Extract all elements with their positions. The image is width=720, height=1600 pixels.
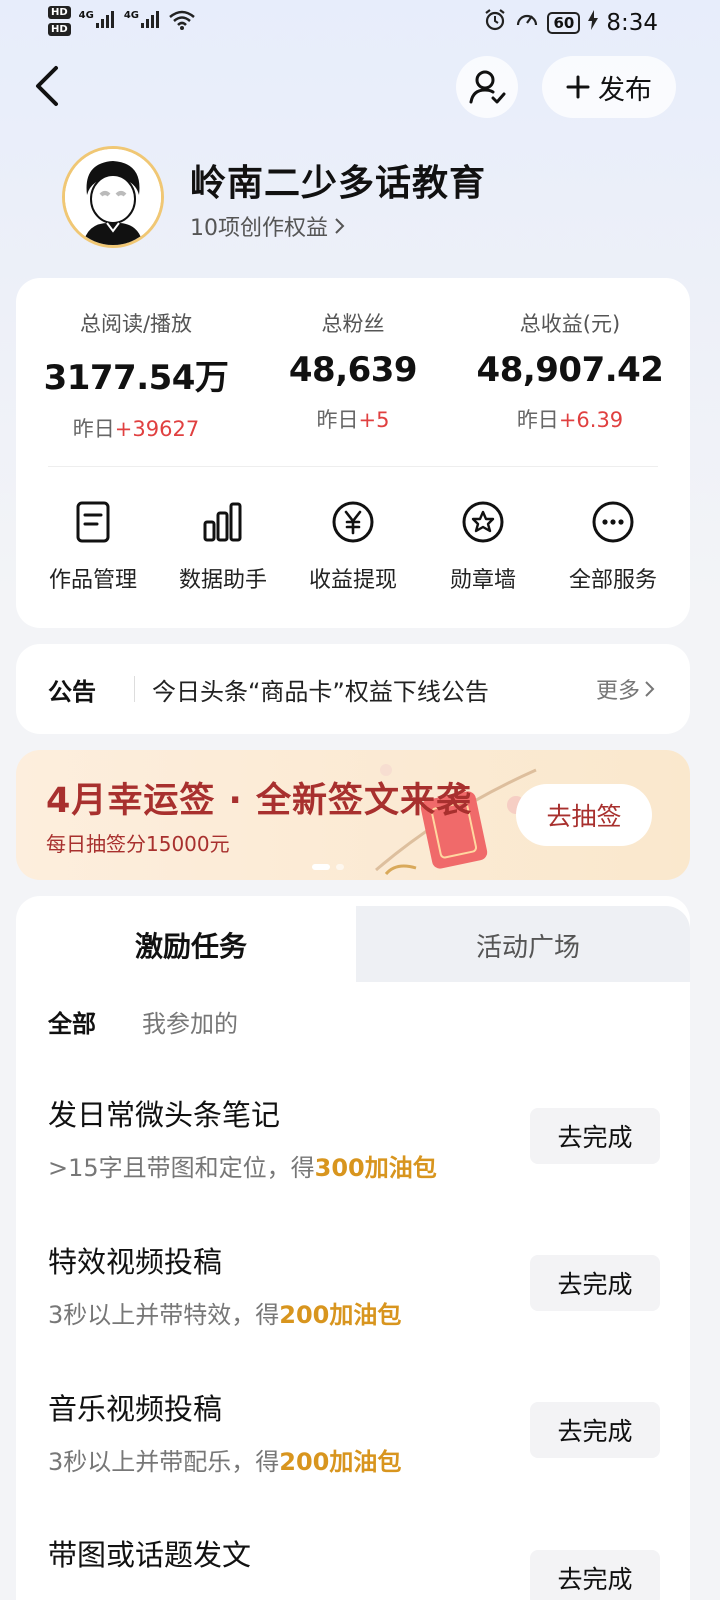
- filter-joined[interactable]: 我参加的: [142, 1004, 238, 1039]
- stat-delta: 昨日+6.39: [458, 404, 682, 434]
- wifi-icon: [169, 10, 195, 36]
- charging-icon: [588, 10, 599, 36]
- divider: [134, 676, 135, 702]
- carousel-dot: [312, 864, 330, 870]
- alarm-icon: [483, 8, 507, 38]
- creator-rights-label: 10项创作权益: [190, 216, 328, 241]
- document-icon: [76, 501, 110, 543]
- draw-lot-button[interactable]: 去抽签: [516, 784, 652, 846]
- network-type-1: 4G: [78, 10, 94, 21]
- task-desc-text: 3秒以上并带配乐，得: [48, 1448, 280, 1476]
- chevron-left-icon: [36, 66, 58, 106]
- tab-incentive-tasks[interactable]: 激励任务: [16, 912, 366, 978]
- service-label: 收益提现: [308, 568, 397, 593]
- announcement-tag: 公告: [48, 677, 96, 706]
- back-button[interactable]: [28, 60, 72, 112]
- publish-button[interactable]: 发布: [542, 56, 676, 118]
- publish-label: 发布: [598, 74, 652, 106]
- task-item: 音乐视频投稿 3秒以上并带配乐，得200加油包 去完成: [48, 1386, 668, 1477]
- task-reward: 300加油包: [314, 1154, 437, 1182]
- filter-all[interactable]: 全部: [48, 1004, 96, 1039]
- service-label: 数据助手: [178, 568, 267, 593]
- stat-total-earnings[interactable]: 总收益(元) 48,907.42 昨日+6.39: [458, 308, 682, 434]
- banner-title: 4月幸运签 · 全新签文来袭: [46, 781, 473, 821]
- stat-delta-value: +39627: [114, 417, 200, 441]
- profile-name: 岭南二少多话教育: [190, 163, 487, 204]
- stat-delta-value: +6.39: [558, 408, 624, 432]
- service-label: 勋章墙: [449, 568, 516, 593]
- stat-label: 总收益(元): [519, 312, 621, 336]
- stat-delta-value: +5: [358, 408, 390, 432]
- announcement-text[interactable]: 今日头条“商品卡”权益下线公告: [152, 672, 489, 707]
- bar-chart-icon: [203, 502, 242, 542]
- lucky-draw-banner[interactable]: 4月幸运签 · 全新签文来袭 每日抽签分15000元 去抽签: [16, 750, 690, 880]
- stat-value: 3177.54万: [43, 358, 229, 398]
- stat-delta-prefix: 昨日: [72, 417, 115, 441]
- battery-indicator: 60: [547, 12, 581, 34]
- stat-total-fans[interactable]: 总粉丝 48,639 昨日+5: [241, 308, 465, 434]
- yuan-icon: [332, 501, 374, 543]
- hd-badge-1: HD: [48, 6, 71, 19]
- stat-label: 总阅读/播放: [79, 312, 193, 336]
- service-medal-wall[interactable]: 勋章墙: [416, 500, 550, 594]
- service-data-assistant[interactable]: 数据助手: [156, 500, 290, 594]
- task-item: 发日常微头条笔记 >15字且带图和定位，得300加油包 去完成: [48, 1092, 668, 1183]
- signal-icon-1: 4G: [79, 10, 116, 28]
- speed-icon: [515, 8, 539, 38]
- stat-label: 总粉丝: [321, 312, 385, 336]
- stat-delta: 昨日+39627: [24, 413, 248, 443]
- service-label: 作品管理: [48, 568, 137, 593]
- tab-activity-square[interactable]: 活动广场: [366, 912, 690, 978]
- avatar-illustration: [65, 149, 161, 245]
- complete-task-button[interactable]: 去完成: [530, 1402, 660, 1458]
- stats-card: 总阅读/播放 3177.54万 昨日+39627 总粉丝 48,639 昨日+5…: [16, 278, 690, 628]
- service-label: 全部服务: [568, 568, 657, 593]
- stat-delta: 昨日+5: [241, 404, 465, 434]
- stat-value: 48,639: [288, 350, 418, 390]
- announcement-more-link[interactable]: 更多: [596, 673, 656, 705]
- creator-rights-link[interactable]: 10项创作权益: [190, 210, 346, 242]
- status-bar: HD HD 4G 4G 60 8:34: [0, 0, 720, 48]
- announcement-bar[interactable]: 公告 今日头条“商品卡”权益下线公告 更多: [16, 644, 690, 734]
- user-switch-button[interactable]: [456, 56, 518, 118]
- stat-value: 48,907.42: [476, 350, 664, 390]
- status-right: 60 8:34: [483, 8, 658, 38]
- complete-task-button[interactable]: 去完成: [530, 1255, 660, 1311]
- avatar[interactable]: [62, 146, 164, 248]
- medal-icon: [462, 501, 504, 543]
- more-label: 更多: [595, 679, 640, 704]
- service-works-management[interactable]: 作品管理: [26, 500, 160, 594]
- carousel-indicator: [312, 864, 344, 870]
- divider: [48, 466, 658, 467]
- plus-icon: [566, 75, 590, 99]
- complete-task-button[interactable]: 去完成: [530, 1550, 660, 1600]
- task-item: 特效视频投稿 3秒以上并带特效，得200加油包 去完成: [48, 1239, 668, 1330]
- status-left: HD HD 4G 4G: [48, 6, 195, 36]
- service-all-services[interactable]: 全部服务: [546, 500, 680, 594]
- complete-task-button[interactable]: 去完成: [530, 1108, 660, 1164]
- hd-indicators: HD HD: [48, 6, 71, 36]
- task-reward: 200加油包: [279, 1448, 402, 1476]
- banner-subtitle: 每日抽签分15000元: [46, 832, 230, 856]
- chevron-right-icon: [645, 681, 655, 697]
- task-desc-text: >15字且带图和定位，得: [48, 1154, 315, 1182]
- signal-icon-2: 4G: [124, 10, 161, 28]
- hd-badge-2: HD: [48, 23, 71, 36]
- network-type-2: 4G: [123, 10, 140, 21]
- service-earnings-withdraw[interactable]: 收益提现: [286, 500, 420, 594]
- user-check-icon: [469, 70, 506, 104]
- chevron-right-icon: [335, 218, 345, 234]
- more-icon: [592, 501, 634, 543]
- clock: 8:34: [606, 10, 658, 36]
- stat-delta-prefix: 昨日: [316, 408, 359, 432]
- task-reward: 200加油包: [279, 1301, 402, 1329]
- carousel-dot: [336, 864, 344, 870]
- stat-total-reads[interactable]: 总阅读/播放 3177.54万 昨日+39627: [24, 308, 248, 443]
- task-desc-text: 3秒以上并带特效，得: [48, 1301, 280, 1329]
- task-item: 带图或话题发文 去完成: [48, 1532, 668, 1600]
- stat-delta-prefix: 昨日: [516, 408, 559, 432]
